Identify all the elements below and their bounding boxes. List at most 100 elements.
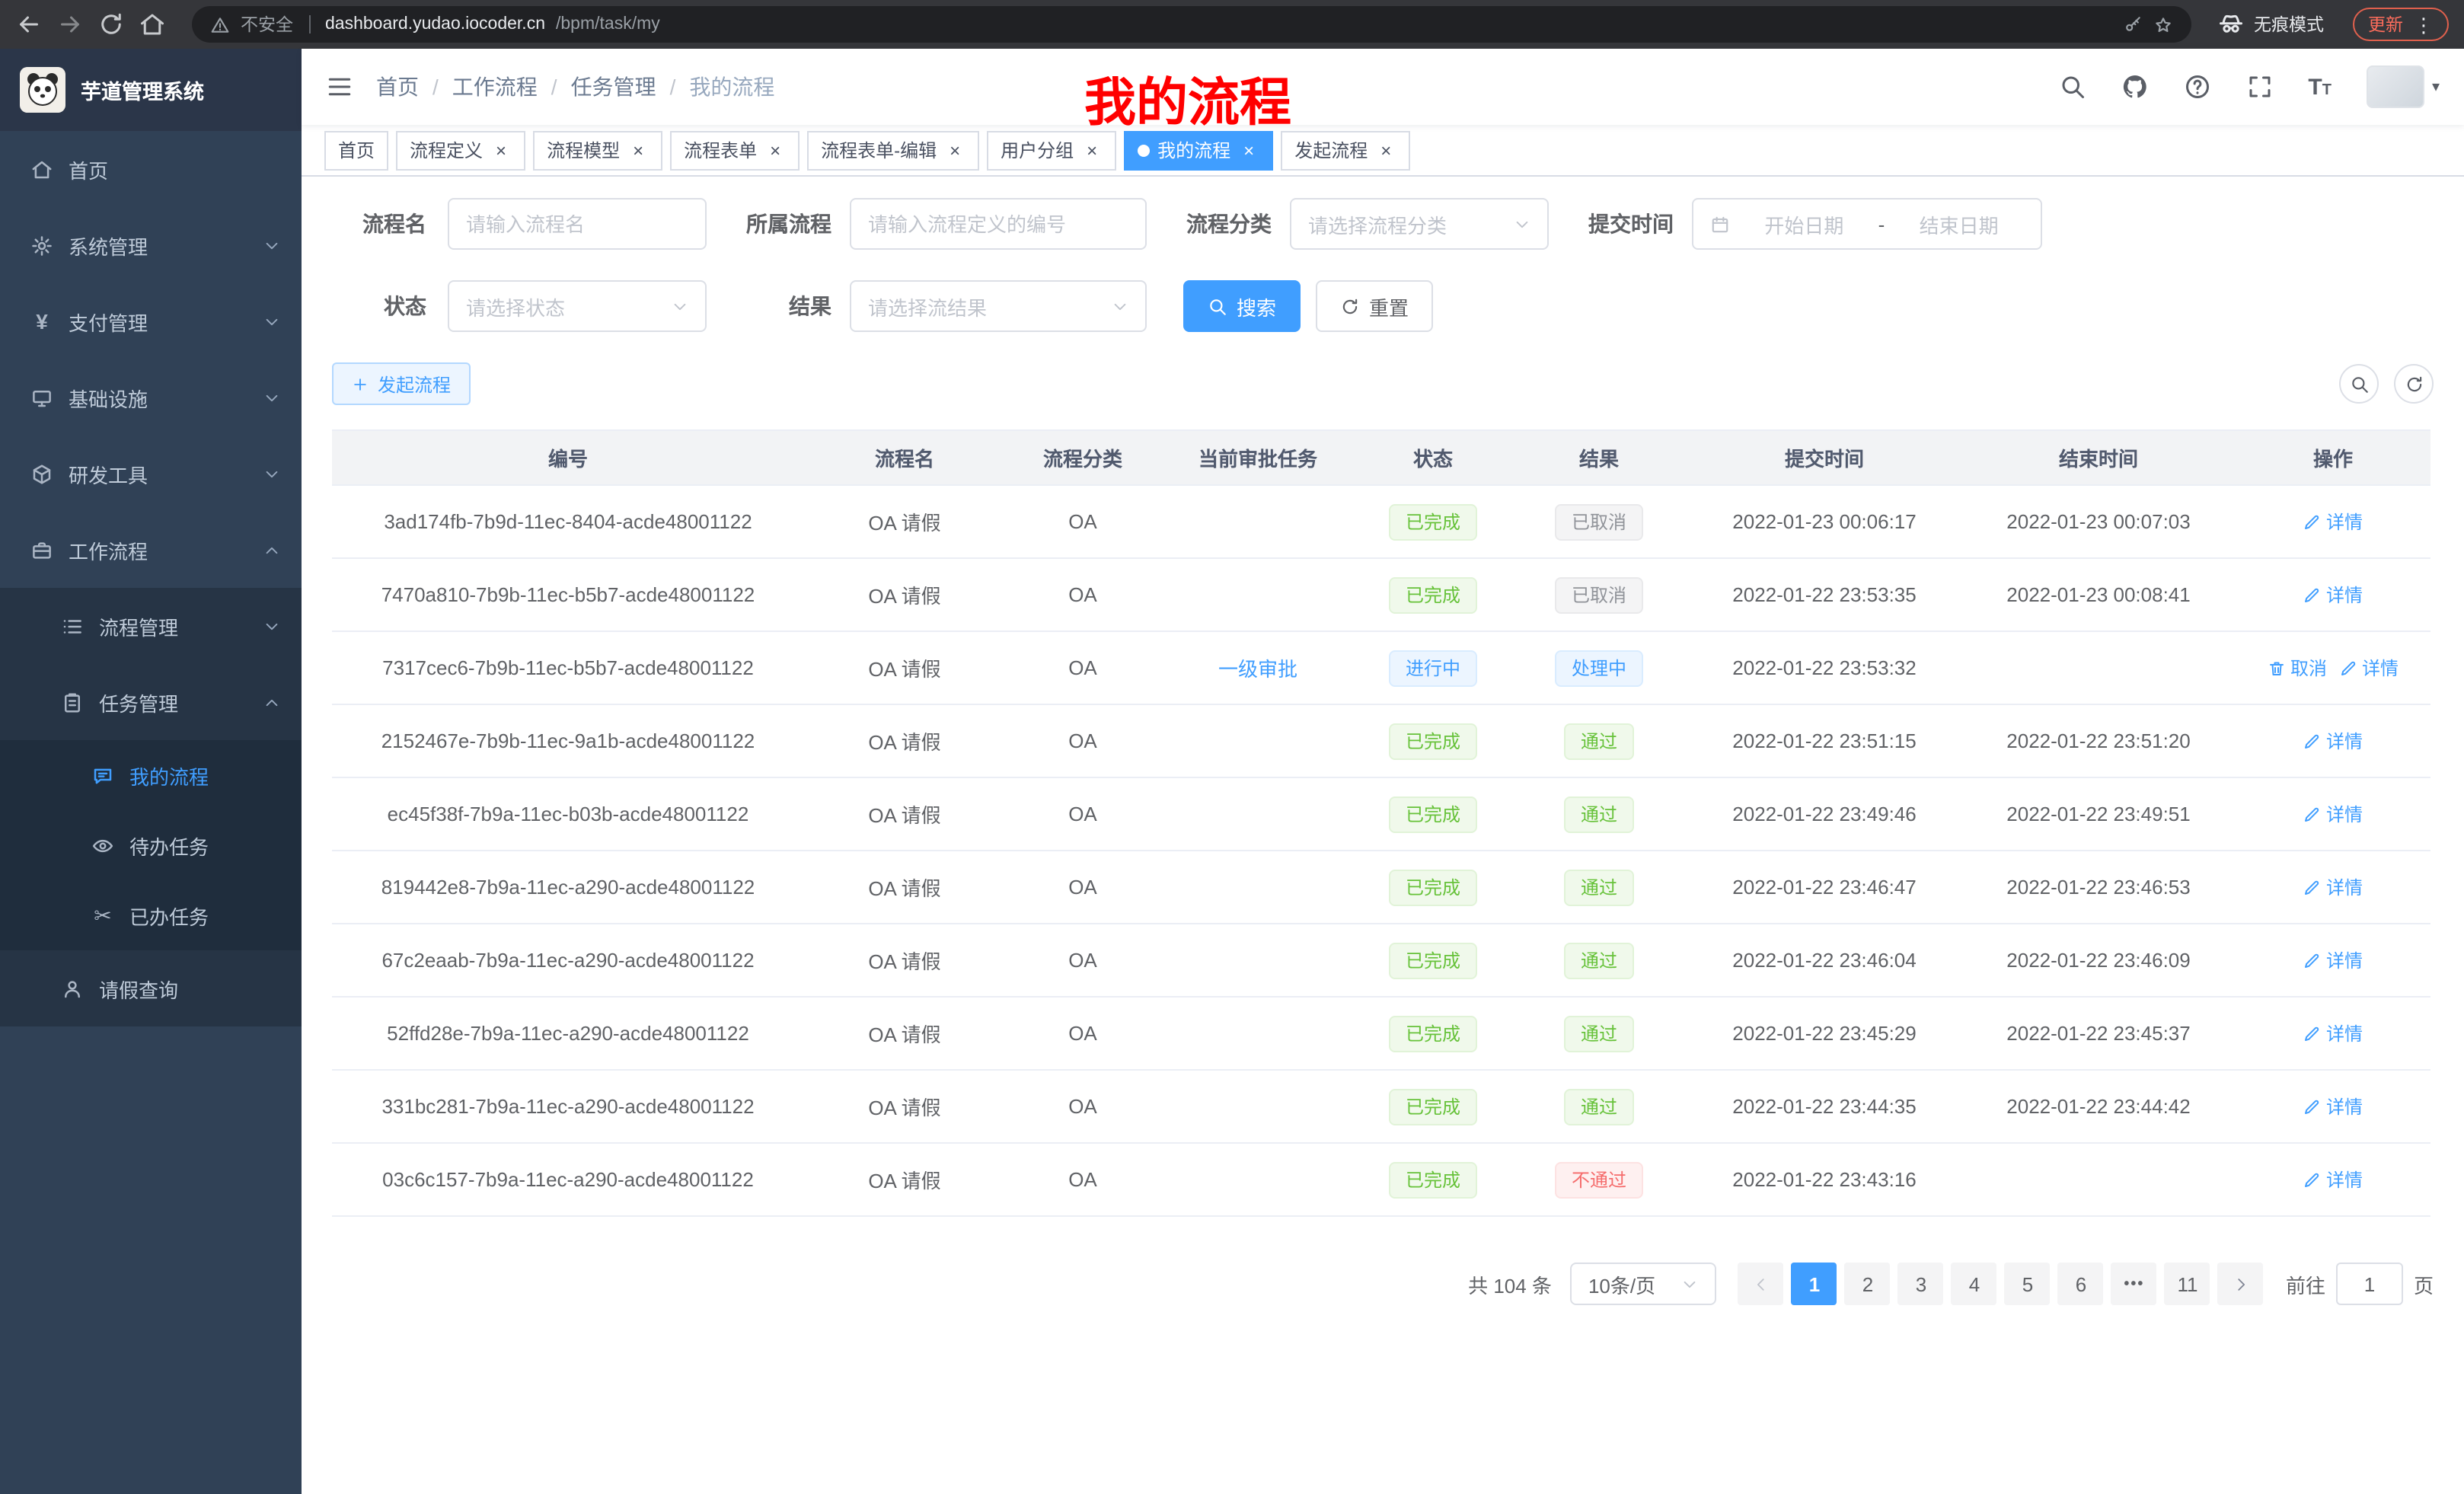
pager-page-3[interactable]: 3 bbox=[1898, 1263, 1944, 1305]
detail-link[interactable]: 详情 bbox=[2339, 655, 2399, 681]
github-icon[interactable] bbox=[2121, 73, 2148, 101]
pager-page-1[interactable]: 1 bbox=[1792, 1263, 1837, 1305]
cell-submit-time: 2022-01-22 23:46:04 bbox=[1687, 924, 1961, 996]
pager-page-6[interactable]: 6 bbox=[2058, 1263, 2104, 1305]
breadcrumb-item[interactable]: 工作流程 bbox=[452, 72, 538, 102]
sidebar-item-my-process[interactable]: 我的流程 bbox=[0, 740, 302, 810]
detail-link[interactable]: 详情 bbox=[2303, 728, 2363, 754]
cell-status: 已完成 bbox=[1355, 924, 1511, 996]
detail-link[interactable]: 详情 bbox=[2303, 947, 2363, 973]
user-menu[interactable]: ▾ bbox=[2367, 65, 2440, 108]
close-icon[interactable]: × bbox=[1238, 139, 1259, 161]
tab-home[interactable]: 首页 bbox=[324, 130, 388, 170]
start-process-button[interactable]: 发起流程 bbox=[332, 362, 471, 405]
sidebar-item-todo-task[interactable]: 待办任务 bbox=[0, 810, 302, 880]
tab-process-form[interactable]: 流程表单× bbox=[670, 130, 800, 170]
help-icon[interactable] bbox=[2183, 73, 2210, 101]
sidebar-item-infrastructure[interactable]: 基础设施 bbox=[0, 359, 302, 436]
sidebar-item-process-mgmt[interactable]: 流程管理 bbox=[0, 588, 302, 664]
detail-link[interactable]: 详情 bbox=[2303, 1020, 2363, 1046]
cell-category: OA bbox=[1005, 559, 1160, 630]
sidebar-item-system[interactable]: 系统管理 bbox=[0, 207, 302, 283]
cell-current-task[interactable]: 一级审批 bbox=[1160, 632, 1355, 704]
browser-home-icon[interactable] bbox=[139, 11, 166, 38]
tab-process-model[interactable]: 流程模型× bbox=[533, 130, 662, 170]
close-icon[interactable]: × bbox=[1081, 139, 1103, 161]
tab-my-process[interactable]: 我的流程× bbox=[1124, 130, 1273, 170]
detail-link[interactable]: 详情 bbox=[2303, 1167, 2363, 1192]
tab-user-group[interactable]: 用户分组× bbox=[987, 130, 1116, 170]
chevron-up-icon bbox=[263, 541, 280, 558]
reset-button[interactable]: 重置 bbox=[1316, 280, 1433, 332]
status-tag: 已完成 bbox=[1389, 1161, 1477, 1198]
process-def-input[interactable] bbox=[850, 198, 1147, 250]
result-select[interactable]: 请选择流结果 bbox=[850, 280, 1147, 332]
breadcrumb-separator: / bbox=[551, 75, 557, 99]
url-host: dashboard.yudao.iocoder.cn bbox=[325, 15, 545, 34]
close-icon[interactable]: × bbox=[944, 139, 965, 161]
sidebar-item-devtools[interactable]: 研发工具 bbox=[0, 436, 302, 512]
active-tab-dot bbox=[1138, 144, 1150, 156]
filter-process-name: 流程名 bbox=[332, 198, 707, 250]
sidebar-item-task-mgmt[interactable]: 任务管理 bbox=[0, 664, 302, 740]
tab-process-form-edit[interactable]: 流程表单-编辑× bbox=[807, 130, 979, 170]
sidebar-logo-row[interactable]: 芋道管理系统 bbox=[0, 49, 302, 131]
page-size-value: 10条/页 bbox=[1588, 1269, 1655, 1298]
pager-page-5[interactable]: 5 bbox=[2005, 1263, 2051, 1305]
detail-link[interactable]: 详情 bbox=[2303, 801, 2363, 827]
sidebar-item-workflow[interactable]: 工作流程 bbox=[0, 512, 302, 588]
refresh-table-button[interactable] bbox=[2394, 364, 2434, 404]
sidebar-toggle-icon[interactable] bbox=[326, 73, 353, 101]
close-icon[interactable]: × bbox=[764, 139, 786, 161]
tab-process-definition[interactable]: 流程定义× bbox=[396, 130, 525, 170]
pager-page-4[interactable]: 4 bbox=[1952, 1263, 1997, 1305]
sidebar-item-done-task[interactable]: ✂已办任务 bbox=[0, 880, 302, 950]
tab-label: 首页 bbox=[338, 137, 375, 163]
detail-link[interactable]: 详情 bbox=[2303, 1093, 2363, 1119]
pager-more-button[interactable]: ••• bbox=[2111, 1263, 2157, 1305]
goto-page-input[interactable] bbox=[2336, 1263, 2403, 1305]
sidebar-item-home[interactable]: 首页 bbox=[0, 131, 302, 207]
page-size-select[interactable]: 10条/页 bbox=[1570, 1263, 1716, 1305]
browser-menu-icon[interactable]: ⋮ bbox=[2414, 14, 2434, 34]
filter-row-2: 状态 请选择状态 结果 请选择流结果 搜索 重置 bbox=[332, 280, 2434, 332]
close-icon[interactable]: × bbox=[490, 139, 512, 161]
bookmark-star-icon[interactable] bbox=[2153, 14, 2173, 34]
toggle-search-button[interactable] bbox=[2339, 364, 2379, 404]
cell-id: 331bc281-7b9a-11ec-a290-acde48001122 bbox=[332, 1071, 804, 1142]
sidebar-item-leave-query[interactable]: 请假查询 bbox=[0, 950, 302, 1026]
browser-back-icon[interactable] bbox=[15, 11, 43, 38]
date-range-input[interactable]: 开始日期 - 结束日期 bbox=[1692, 198, 2042, 250]
pager-page-2[interactable]: 2 bbox=[1845, 1263, 1891, 1305]
search-button[interactable]: 搜索 bbox=[1183, 280, 1301, 332]
process-name-input[interactable] bbox=[448, 198, 707, 250]
search-button-label: 搜索 bbox=[1237, 292, 1276, 321]
sidebar-item-payment[interactable]: ¥支付管理 bbox=[0, 283, 302, 359]
chevron-down-icon bbox=[1681, 1275, 1698, 1292]
header-search-icon[interactable] bbox=[2058, 73, 2086, 101]
refresh-icon bbox=[2404, 374, 2424, 394]
pager-next-button[interactable] bbox=[2218, 1263, 2264, 1305]
detail-link[interactable]: 详情 bbox=[2303, 509, 2363, 535]
browser-forward-icon[interactable] bbox=[56, 11, 84, 38]
breadcrumb-item[interactable]: 任务管理 bbox=[571, 72, 656, 102]
detail-link[interactable]: 详情 bbox=[2303, 582, 2363, 608]
address-bar[interactable]: 不安全 dashboard.yudao.iocoder.cn/bpm/task/… bbox=[192, 6, 2191, 43]
tab-start-process[interactable]: 发起流程× bbox=[1281, 130, 1410, 170]
current-task-link[interactable]: 一级审批 bbox=[1218, 653, 1297, 682]
cancel-link[interactable]: 取消 bbox=[2268, 655, 2327, 681]
close-icon[interactable]: × bbox=[627, 139, 649, 161]
breadcrumb-item[interactable]: 首页 bbox=[376, 72, 419, 102]
pager-prev-button[interactable] bbox=[1738, 1263, 1784, 1305]
category-select[interactable]: 请选择流程分类 bbox=[1290, 198, 1549, 250]
password-key-icon[interactable] bbox=[2123, 14, 2143, 34]
fullscreen-icon[interactable] bbox=[2245, 73, 2273, 101]
browser-update-button[interactable]: 更新 ⋮ bbox=[2353, 8, 2449, 41]
detail-link[interactable]: 详情 bbox=[2303, 874, 2363, 900]
browser-reload-icon[interactable] bbox=[97, 11, 125, 38]
close-icon[interactable]: × bbox=[1375, 139, 1396, 161]
font-size-icon[interactable]: TT bbox=[2308, 75, 2332, 98]
cell-result: 通过 bbox=[1511, 998, 1687, 1069]
pager-page-11[interactable]: 11 bbox=[2165, 1263, 2210, 1305]
status-select[interactable]: 请选择状态 bbox=[448, 280, 707, 332]
